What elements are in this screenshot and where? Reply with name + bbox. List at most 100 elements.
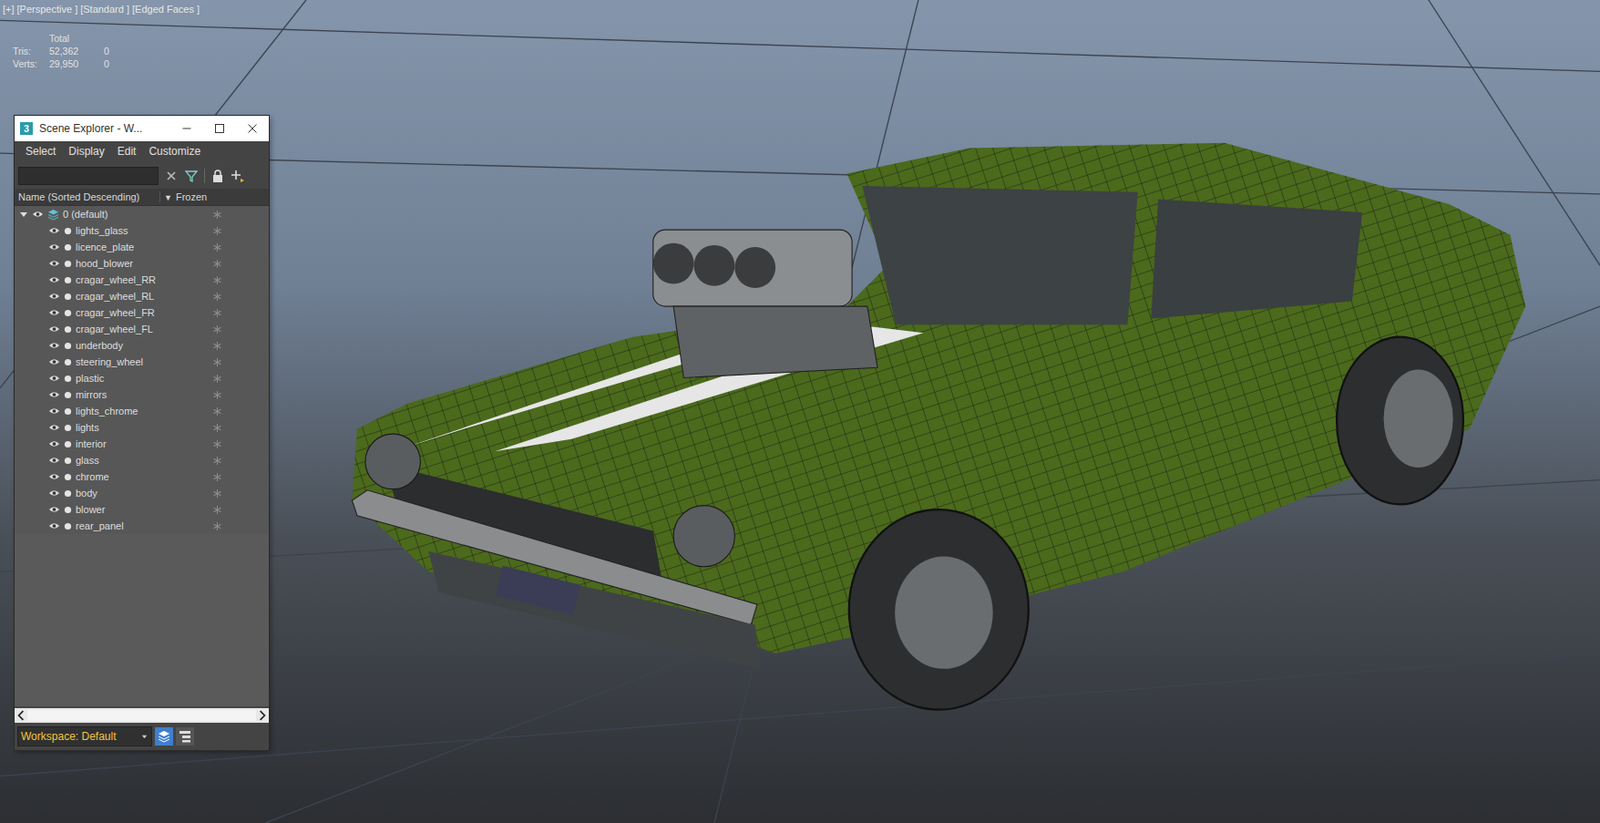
render-dot-icon[interactable] [63,243,72,252]
object-row[interactable]: rear_panel [14,517,269,534]
eye-icon[interactable] [48,439,61,449]
menu-item[interactable]: Display [62,144,112,160]
viewport-menu[interactable]: [Perspective ] [17,3,79,15]
render-dot-icon[interactable] [63,374,72,383]
layer-row[interactable]: 0 (default) [14,205,269,223]
object-row[interactable]: chrome [14,468,269,485]
object-row[interactable]: cragar_wheel_FL [14,320,269,338]
maximize-icon[interactable] [203,116,236,141]
render-dot-icon[interactable] [63,390,72,400]
clear-icon[interactable] [164,168,179,184]
render-dot-icon[interactable] [63,522,72,531]
snowflake-icon[interactable] [212,258,223,269]
lock-icon[interactable] [210,168,226,184]
viewport-menu[interactable]: [Edged Faces ] [132,3,200,15]
render-dot-icon[interactable] [63,358,72,367]
object-row[interactable]: lights_glass [14,222,269,239]
object-row[interactable]: mirrors [14,386,269,403]
render-dot-icon[interactable] [63,489,72,498]
snowflake-icon[interactable] [212,455,223,466]
snowflake-icon[interactable] [212,389,223,400]
hierarchy-view-button[interactable] [175,727,195,746]
object-row[interactable]: lights_chrome [14,402,269,420]
object-row[interactable]: cragar_wheel_FR [14,304,269,321]
add-layer-icon[interactable] [230,168,246,184]
filter-icon[interactable] [184,168,199,184]
menu-item[interactable]: Edit [112,144,144,160]
snowflake-icon[interactable] [212,340,223,351]
eye-icon[interactable] [48,455,61,465]
render-dot-icon[interactable] [63,341,72,350]
object-row[interactable]: glass [14,451,269,469]
object-row[interactable]: cragar_wheel_RR [14,271,269,288]
snowflake-icon[interactable] [212,242,223,253]
snowflake-icon[interactable] [212,504,223,515]
render-dot-icon[interactable] [63,456,72,465]
viewport-label[interactable]: [+][Perspective ][Standard ][Edged Faces… [2,3,200,15]
eye-icon[interactable] [48,242,61,252]
layers-view-button[interactable] [154,727,174,746]
eye-icon[interactable] [48,275,61,285]
snowflake-icon[interactable] [212,225,223,236]
search-field[interactable] [18,166,159,185]
object-row[interactable]: licence_plate [14,238,269,256]
snowflake-icon[interactable] [212,471,223,483]
menu-item[interactable]: Select [20,144,63,160]
object-row[interactable]: blower [14,501,269,518]
minimize-icon[interactable] [170,116,204,141]
object-row[interactable]: underbody [14,337,269,354]
viewport-menu[interactable]: [Standard ] [80,3,130,15]
object-row[interactable]: lights [14,419,269,436]
render-dot-icon[interactable] [63,308,72,318]
eye-icon[interactable] [48,422,61,432]
object-row[interactable]: cragar_wheel_RL [14,287,269,305]
close-icon[interactable] [235,116,269,141]
render-dot-icon[interactable] [63,472,72,482]
eye-icon[interactable] [31,209,44,219]
snowflake-icon[interactable] [212,209,223,220]
snowflake-icon[interactable] [212,324,223,335]
render-dot-icon[interactable] [63,407,72,416]
menu-item[interactable]: Customize [143,144,208,160]
render-dot-icon[interactable] [63,259,72,268]
object-row[interactable]: plastic [14,369,269,387]
eye-icon[interactable] [48,488,61,498]
eye-icon[interactable] [48,307,61,318]
snowflake-icon[interactable] [212,357,223,368]
snowflake-icon[interactable] [212,406,223,417]
object-row[interactable]: steering_wheel [14,353,269,370]
eye-icon[interactable] [48,340,61,350]
object-row[interactable]: hood_blower [14,255,269,272]
render-dot-icon[interactable] [63,226,72,236]
eye-icon[interactable] [48,258,61,268]
scene-explorer-window[interactable]: 3Scene Explorer - W... SelectDisplayEditC… [14,115,269,750]
render-dot-icon[interactable] [63,423,72,432]
eye-icon[interactable] [48,373,61,383]
title-bar[interactable]: 3Scene Explorer - W... [14,115,269,142]
snowflake-icon[interactable] [212,307,223,318]
object-row[interactable]: interior [14,435,269,452]
expanded-arrow-icon[interactable] [19,209,29,219]
object-row[interactable]: body [14,484,269,502]
render-dot-icon[interactable] [63,440,72,449]
frozen-column-header[interactable]: ▼Frozen [160,191,269,203]
snowflake-icon[interactable] [212,291,223,302]
scroll-right-icon[interactable] [256,709,269,721]
eye-icon[interactable] [48,471,61,482]
render-dot-icon[interactable] [63,325,72,334]
viewport-menu[interactable]: [+] [2,3,15,15]
eye-icon[interactable] [48,291,61,301]
eye-icon[interactable] [48,389,61,400]
name-column-header[interactable]: Name (Sorted Descending) [14,191,161,203]
scroll-left-icon[interactable] [14,709,28,721]
eye-icon[interactable] [48,225,61,236]
snowflake-icon[interactable] [212,422,223,433]
eye-icon[interactable] [48,521,61,531]
snowflake-icon[interactable] [212,439,223,450]
eye-icon[interactable] [48,357,61,367]
snowflake-icon[interactable] [212,373,223,384]
render-dot-icon[interactable] [63,505,72,514]
snowflake-icon[interactable] [212,488,223,499]
viewport[interactable]: [+][Perspective ][Standard ][Edged Faces… [0,0,1600,823]
eye-icon[interactable] [48,504,61,514]
